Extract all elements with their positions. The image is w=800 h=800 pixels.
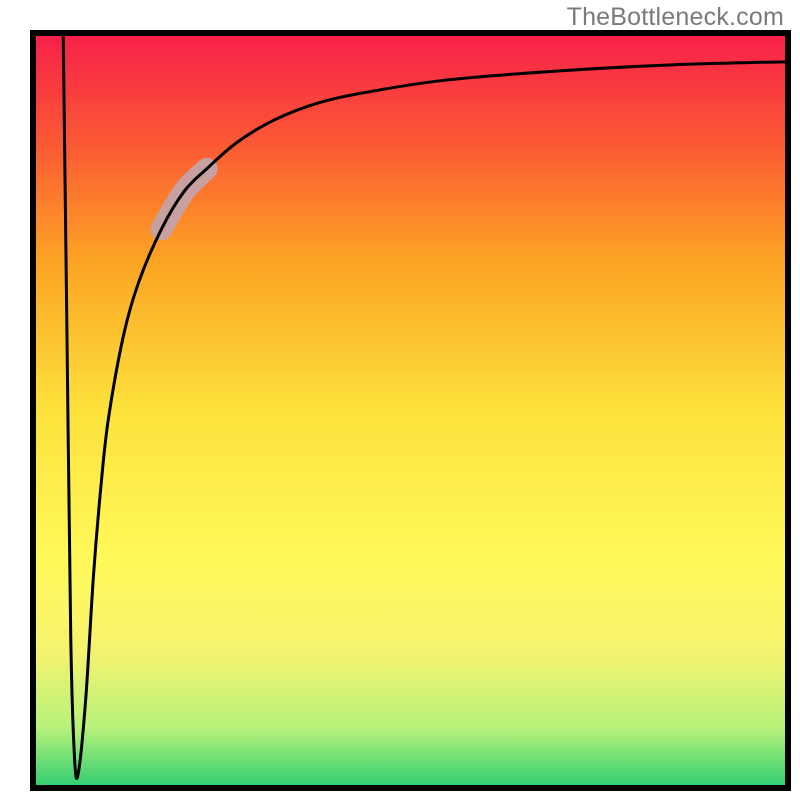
bottleneck-chart — [0, 0, 800, 800]
watermark-text: TheBottleneck.com — [567, 3, 784, 32]
chart-background — [33, 33, 788, 788]
